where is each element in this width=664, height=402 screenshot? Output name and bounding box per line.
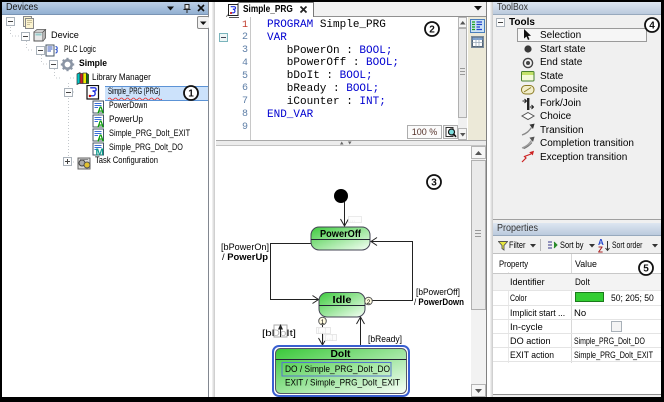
svg-text:DO / Simple_PRG_DoIt_DO: DO / Simple_PRG_DoIt_DO [285, 364, 390, 375]
svg-text:/ PowerDown: / PowerDown [414, 297, 464, 308]
svg-text:/ PowerUp: / PowerUp [222, 252, 268, 263]
svg-text:DoIt: DoIt [331, 349, 352, 360]
svg-text:1: 1 [188, 89, 194, 100]
svg-text:1: 1 [321, 319, 325, 326]
svg-text:[...]: [...] [325, 336, 334, 342]
svg-text:[bReady]: [bReady] [368, 334, 402, 345]
svg-text:A: A [97, 134, 104, 143]
svg-text:3: 3 [431, 178, 437, 189]
svg-text:4: 4 [649, 21, 655, 32]
svg-text:Idle: Idle [333, 295, 352, 306]
svg-text:2: 2 [367, 299, 371, 306]
svg-text:Z: Z [598, 246, 603, 254]
svg-text:2: 2 [429, 25, 435, 36]
svg-text:[...]: [...] [318, 329, 327, 335]
svg-text:PowerOff: PowerOff [320, 229, 362, 240]
svg-text:EXIT / Simple_PRG_DoIt_EXIT: EXIT / Simple_PRG_DoIt_EXIT [285, 378, 400, 389]
svg-text:A: A [97, 120, 104, 129]
svg-text:A: A [97, 106, 104, 115]
svg-text:...: ... [350, 218, 355, 224]
svg-text:5: 5 [643, 264, 649, 275]
